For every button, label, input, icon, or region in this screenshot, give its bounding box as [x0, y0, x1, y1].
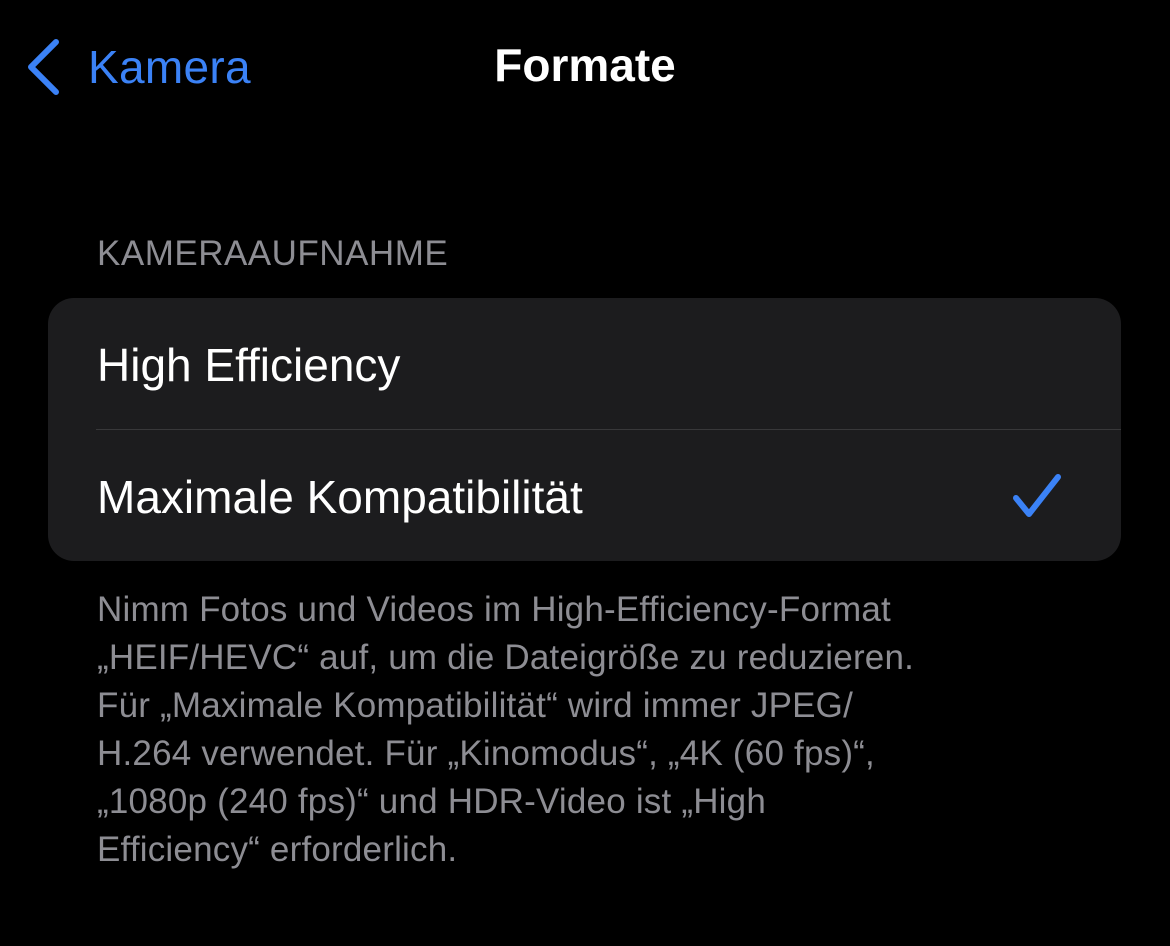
format-options-group: High Efficiency Maximale Kompatibilität: [48, 298, 1121, 561]
page-title: Formate: [494, 39, 676, 91]
checkmark-icon: [1012, 472, 1062, 525]
navigation-bar: Kamera Formate: [0, 0, 1170, 134]
section-footer: Nimm Fotos und Videos im High-Efficiency…: [97, 586, 1057, 874]
footer-line: „HEIF/HEVC“ auf, um die Dateigröße zu re…: [97, 638, 915, 677]
footer-line: „1080p (240 fps)“ und HDR-Video ist „Hig…: [97, 782, 766, 821]
option-maximum-compatibility[interactable]: Maximale Kompatibilität: [48, 430, 1121, 561]
option-label: High Efficiency: [97, 339, 401, 391]
footer-line: Für „Maximale Kompatibilität“ wird immer…: [97, 686, 854, 725]
footer-line: Nimm Fotos und Videos im High-Efficiency…: [97, 590, 891, 629]
footer-line: Efficiency“ erforderlich.: [97, 830, 458, 869]
option-high-efficiency[interactable]: High Efficiency: [48, 298, 1121, 429]
section-header: KAMERAAUFNAHME: [97, 234, 449, 273]
footer-line: H.264 verwendet. Für „Kinomodus“, „4K (6…: [97, 734, 875, 773]
option-label: Maximale Kompatibilität: [97, 471, 583, 523]
